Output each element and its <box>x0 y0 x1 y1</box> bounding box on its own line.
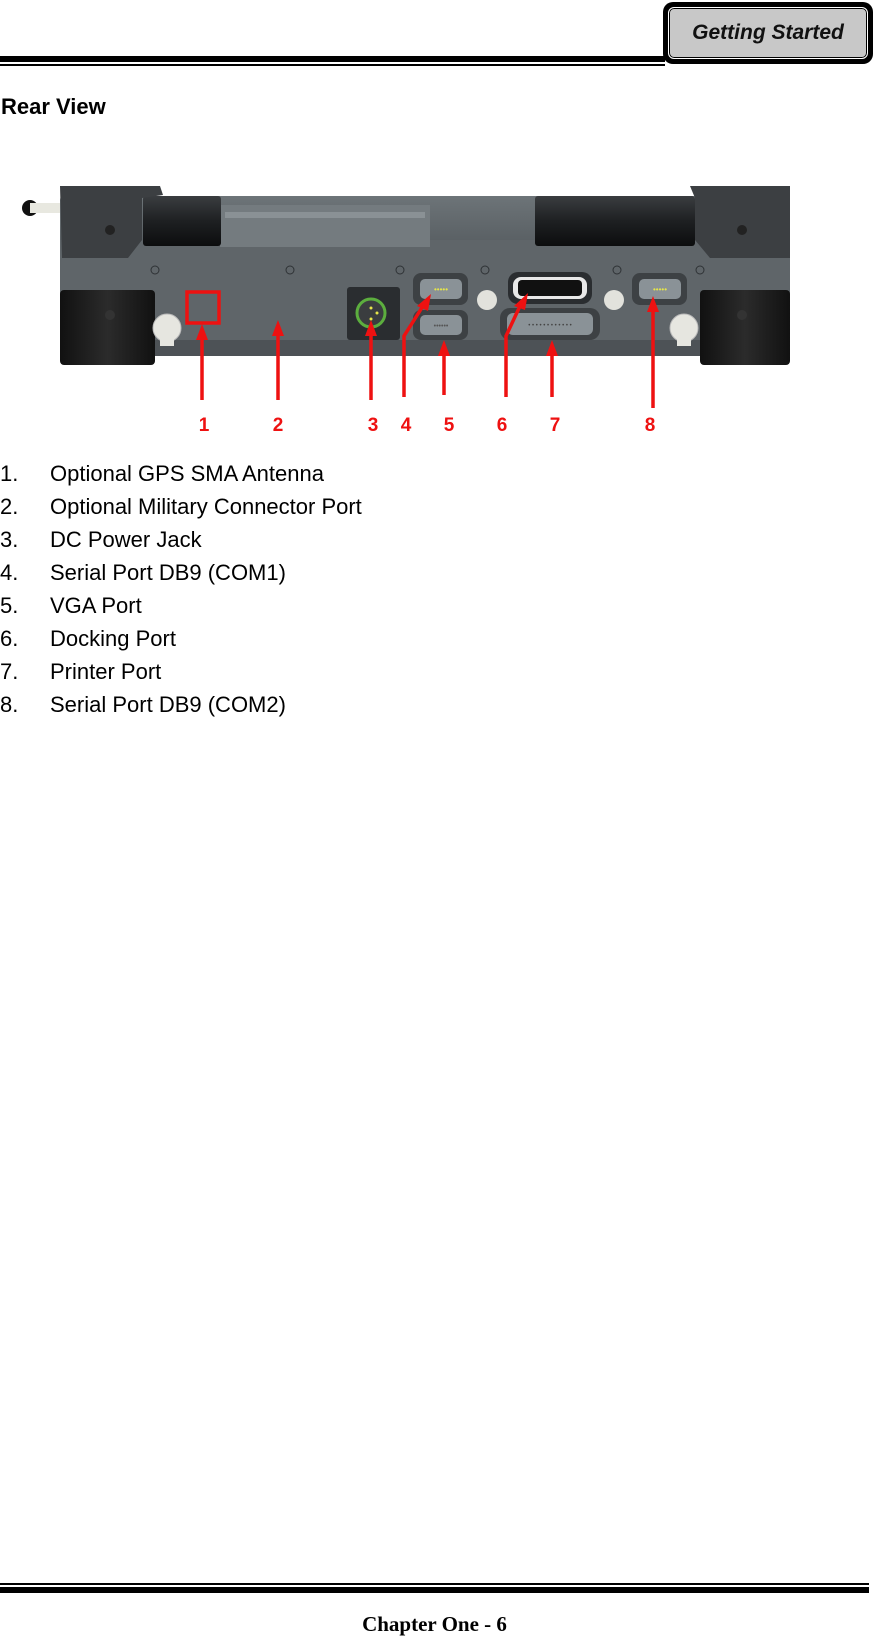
callout-number-6: 6 <box>496 415 508 436</box>
thumbscrew-icon <box>604 290 624 310</box>
list-item: 6. Docking Port <box>0 626 362 659</box>
footer-rule <box>0 1587 869 1593</box>
list-item: 4. Serial Port DB9 (COM1) <box>0 560 362 593</box>
rear-view-figure: ••••• •••••• • • • • • • • • • • • • •••… <box>0 150 877 450</box>
list-item-label: Optional GPS SMA Antenna <box>50 461 324 486</box>
list-item: 8. Serial Port DB9 (COM2) <box>0 692 362 725</box>
list-item: 7. Printer Port <box>0 659 362 692</box>
callout-arrow-2 <box>272 320 284 400</box>
section-tab-label: Getting Started <box>692 21 844 44</box>
svg-text:•••••: ••••• <box>653 285 667 294</box>
bumper-top-right <box>690 186 790 258</box>
footer-rule-thin <box>0 1583 869 1585</box>
callout-number-7: 7 <box>549 415 561 436</box>
page-heading: Rear View <box>1 94 106 119</box>
list-item-number: 1. <box>0 461 19 486</box>
laptop-rear-illustration: ••••• •••••• • • • • • • • • • • • • •••… <box>22 186 790 408</box>
list-item: 2. Optional Military Connector Port <box>0 494 362 527</box>
list-item: 5. VGA Port <box>0 593 362 626</box>
callout-arrow-3 <box>365 320 377 400</box>
callout-number-1: 1 <box>198 415 210 436</box>
callout-arrow-1 <box>196 324 208 400</box>
callout-number-2: 2 <box>272 415 284 436</box>
docking-port-icon <box>508 272 592 304</box>
svg-text:• • • • • • • • • • • •: • • • • • • • • • • • • <box>528 323 572 329</box>
section-tab: Getting Started <box>663 2 873 64</box>
list-item-label: Serial Port DB9 (COM2) <box>50 692 286 717</box>
list-item-label: Docking Port <box>50 626 176 651</box>
callout-number-8: 8 <box>644 415 656 436</box>
list-item-number: 6. <box>0 626 19 651</box>
port-list: 1. Optional GPS SMA Antenna 2. Optional Mi… <box>0 461 362 725</box>
list-item: 3. DC Power Jack <box>0 527 362 560</box>
vga-port-icon: •••••• <box>413 310 468 340</box>
serial-port-com2-icon: ••••• <box>632 273 687 305</box>
header-rule <box>0 56 665 62</box>
list-item-number: 3. <box>0 527 19 552</box>
list-item-label: DC Power Jack <box>50 527 202 552</box>
serial-port-com1-icon: ••••• <box>413 273 468 305</box>
list-item-number: 5. <box>0 593 19 618</box>
header-rule-thin <box>0 64 665 66</box>
callout-number-5: 5 <box>443 415 455 436</box>
antenna-stub-icon <box>22 200 62 216</box>
list-item-label: Printer Port <box>50 659 162 684</box>
list-item-label: VGA Port <box>50 593 142 618</box>
callout-number-3: 3 <box>367 415 379 436</box>
section-tab-inner: Getting Started <box>668 7 868 59</box>
list-item-number: 2. <box>0 494 19 519</box>
bumper-bottom-right <box>700 290 790 365</box>
svg-text:•••••: ••••• <box>434 285 448 294</box>
thumbscrew-icon <box>477 290 497 310</box>
list-item: 1. Optional GPS SMA Antenna <box>0 461 362 494</box>
list-item-number: 8. <box>0 692 19 717</box>
list-item-number: 7. <box>0 659 19 684</box>
page-footer: Chapter One - 6 <box>362 1612 507 1636</box>
svg-text:••••••: •••••• <box>434 323 449 330</box>
list-item-label: Optional Military Connector Port <box>50 494 362 519</box>
callout-number-4: 4 <box>400 415 412 436</box>
list-item-number: 4. <box>0 560 19 585</box>
list-item-label: Serial Port DB9 (COM1) <box>50 560 286 585</box>
bumper-bottom-left <box>60 290 155 365</box>
